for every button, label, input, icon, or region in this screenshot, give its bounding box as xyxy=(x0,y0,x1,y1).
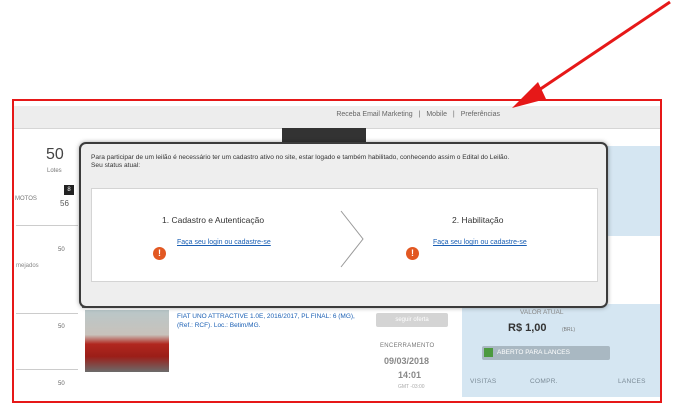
annotation-arrow-icon xyxy=(512,0,671,108)
